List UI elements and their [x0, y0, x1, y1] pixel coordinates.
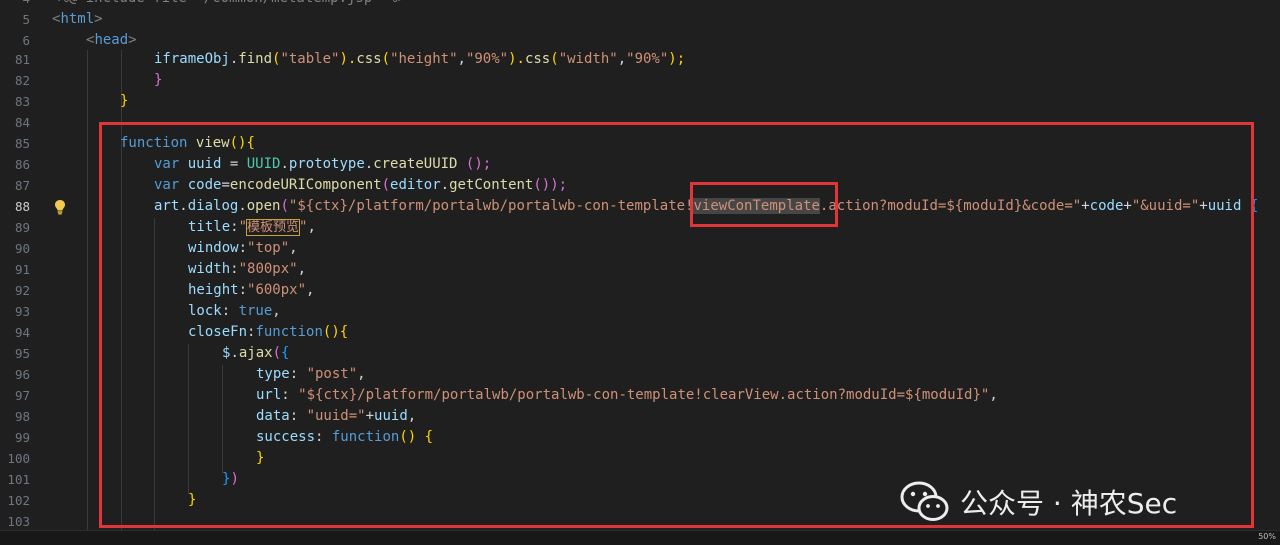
line-number: 86: [14, 157, 30, 172]
zoom-level[interactable]: 50%: [1258, 532, 1276, 541]
line-number: 87: [14, 178, 30, 193]
code-text: }: [120, 93, 129, 109]
watermark-text: 公众号 · 神农Sec: [960, 487, 1178, 520]
token: css: [524, 51, 551, 67]
line-number: 5: [22, 12, 30, 27]
line-number: 97: [14, 388, 30, 403]
line-number: 90: [14, 241, 30, 256]
token: find: [238, 51, 273, 67]
line-number: 85: [14, 136, 30, 151]
token: "90%": [465, 51, 509, 67]
code-editor[interactable]: 4 <%@ include file="/common/metatemp.jsp…: [0, 0, 1280, 530]
line-number: 81: [14, 52, 30, 67]
code-text: iframeObj.find("table").css("height","90…: [154, 49, 685, 70]
code-line[interactable]: 83 }: [0, 91, 1280, 112]
line-number: 89: [14, 220, 30, 235]
status-bar: 50%: [0, 530, 1280, 545]
code-text: <html>: [52, 11, 103, 27]
code-text: <%@ include file="/common/metatemp.jsp" …: [52, 0, 406, 9]
token: );: [668, 51, 686, 67]
token: iframeObj: [154, 51, 230, 67]
line-number: 103: [7, 514, 30, 529]
lightbulb-icon[interactable]: [53, 199, 67, 215]
token: css: [356, 51, 382, 67]
token: "table": [280, 51, 340, 67]
line-number: 88: [14, 199, 30, 214]
code-text: }: [154, 72, 163, 88]
line-number: 93: [14, 304, 30, 319]
line-number: 4: [0, 0, 30, 9]
html-tag: html: [60, 11, 95, 27]
token: ,: [457, 51, 466, 67]
line-number: 101: [7, 472, 30, 487]
line-number: 82: [14, 73, 30, 88]
code-line[interactable]: 5 <html>: [0, 9, 1280, 30]
line-number: 99: [14, 430, 30, 445]
line-number: 100: [7, 451, 30, 466]
token: ,: [617, 51, 627, 67]
token: ).: [508, 51, 525, 67]
line-number: 95: [14, 346, 30, 361]
highlight-box-function: [99, 122, 1254, 528]
line-number: 91: [14, 262, 30, 277]
line-number: 98: [14, 409, 30, 424]
line-number: 94: [14, 325, 30, 340]
code-line[interactable]: 81 iframeObj.find("table").css("height",…: [0, 49, 1280, 70]
code-line[interactable]: 6 <head>: [0, 30, 1280, 51]
head-tag: head: [94, 32, 129, 48]
token: (: [381, 51, 391, 67]
token: "90%": [626, 51, 669, 67]
token: "width": [558, 51, 618, 67]
code-line[interactable]: 82 }: [0, 70, 1280, 91]
token: (: [550, 51, 559, 67]
line-number: 84: [14, 115, 30, 130]
code-text: <head>: [86, 32, 137, 48]
wechat-icon: [900, 481, 949, 521]
line-number: 102: [7, 493, 30, 508]
token: ).: [339, 51, 357, 67]
code-line[interactable]: 4 <%@ include file="/common/metatemp.jsp…: [0, 0, 1280, 9]
highlight-box-method: [690, 182, 838, 227]
line-number: 92: [14, 283, 30, 298]
line-number: 96: [14, 367, 30, 382]
line-number: 6: [22, 33, 30, 48]
token: "height": [390, 51, 458, 67]
line-number: 83: [14, 94, 30, 109]
watermark: 公众号 · 神农Sec: [900, 480, 1177, 524]
